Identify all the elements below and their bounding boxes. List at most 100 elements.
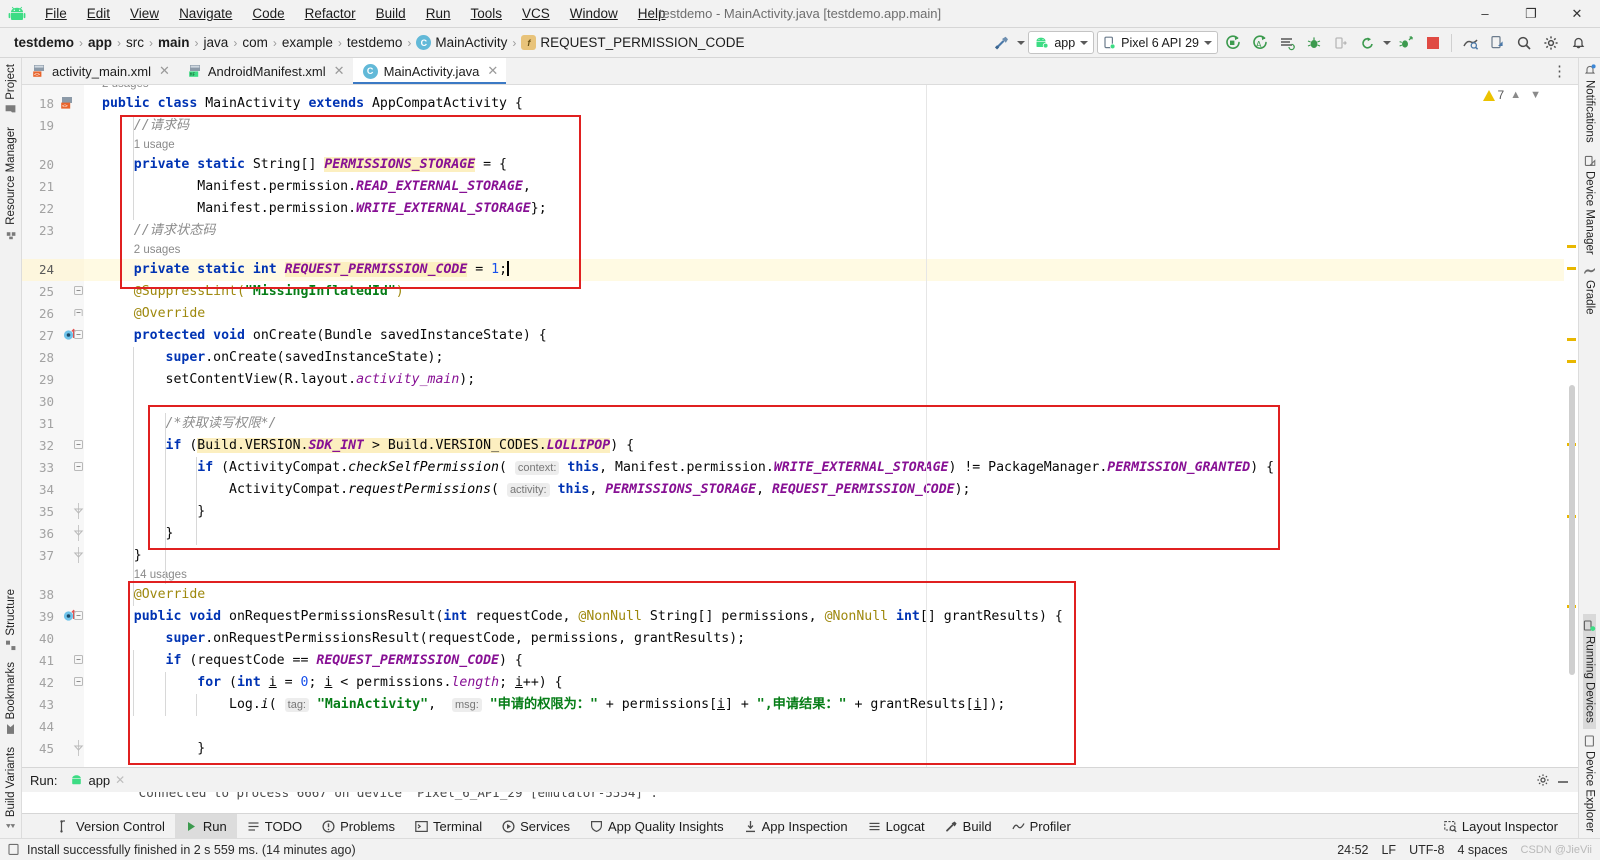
breadcrumb-testdemo-pkg[interactable]: testdemo [343, 34, 407, 51]
device-mirror-icon[interactable] [1485, 31, 1509, 55]
previous-problem-icon[interactable]: ▲ [1507, 89, 1524, 101]
layout-file-icon[interactable]: <> [60, 93, 75, 115]
file-encoding[interactable]: UTF-8 [1409, 843, 1444, 857]
bottom-tab-app-inspection[interactable]: App Inspection [734, 814, 858, 838]
bottom-tab-services[interactable]: Services [492, 814, 580, 838]
menu-view[interactable]: View [121, 3, 168, 24]
breadcrumb-mainactivity[interactable]: C MainActivity [412, 34, 511, 51]
menu-edit[interactable]: Edit [78, 3, 119, 24]
run-with-coverage-icon[interactable] [1275, 31, 1299, 55]
code-folding-marker[interactable] [73, 523, 84, 545]
build-dropdown-caret-icon[interactable] [1017, 40, 1026, 45]
breadcrumb-java[interactable]: java [200, 34, 233, 51]
tab-activity-main-xml[interactable]: <> activity_main.xml ✕ [22, 58, 178, 84]
code-folding-marker[interactable] [73, 325, 84, 347]
rerun-icon[interactable] [1356, 31, 1380, 55]
run-panel-tab-app[interactable]: app ✕ [65, 772, 130, 789]
device-selector[interactable]: Pixel 6 API 29 [1097, 31, 1218, 54]
rerun-dropdown-caret-icon[interactable] [1383, 40, 1391, 45]
layout-inspector-icon[interactable] [1458, 31, 1482, 55]
bottom-tab-app-quality-insights[interactable]: App Quality Insights [580, 814, 734, 838]
editor-gutter[interactable]: 18 <> 19 20 21 22 23 24 25 26 27 28 29 30 31 32 33 34 35 36… [22, 85, 84, 767]
bottom-tab-problems[interactable]: Problems [312, 814, 405, 838]
debug-icon[interactable] [1302, 31, 1326, 55]
bottom-tab-version-control[interactable]: Version Control [48, 814, 175, 838]
sidebar-item-resource-manager[interactable]: Resource Manager [5, 121, 17, 246]
warning-marker[interactable] [1567, 360, 1576, 363]
sidebar-item-notifications[interactable]: Notifications [1584, 58, 1596, 149]
code-folding-marker[interactable] [73, 738, 84, 760]
run-icon[interactable] [1221, 31, 1245, 55]
code-content[interactable]: 2 usagespublic class MainActivity extend… [84, 85, 1564, 767]
code-folding-marker[interactable] [73, 457, 84, 479]
tab-close-icon[interactable]: ✕ [159, 63, 170, 79]
warning-marker[interactable] [1567, 245, 1576, 248]
menu-code[interactable]: Code [243, 3, 293, 24]
editor-scroll-stripe[interactable] [1564, 85, 1578, 767]
menu-navigate[interactable]: Navigate [170, 3, 241, 24]
usage-hint[interactable]: 1 usage [134, 137, 175, 154]
sidebar-item-structure[interactable]: Structure [5, 583, 17, 657]
code-folding-marker[interactable] [73, 606, 84, 628]
code-folding-marker[interactable] [73, 501, 84, 523]
close-button[interactable]: ✕ [1554, 0, 1600, 28]
usage-hint[interactable]: 2 usages [134, 242, 181, 259]
notifications-bell-icon[interactable] [1566, 31, 1590, 55]
next-problem-icon[interactable]: ▼ [1527, 89, 1544, 101]
caret-position[interactable]: 24:52 [1337, 843, 1368, 857]
code-folding-marker[interactable] [73, 435, 84, 457]
stop-icon[interactable] [1421, 31, 1445, 55]
profile-icon[interactable] [1394, 31, 1418, 55]
maximize-button[interactable]: ❐ [1508, 0, 1554, 28]
code-folding-marker[interactable] [73, 545, 84, 567]
sidebar-item-gradle[interactable]: Gradle [1583, 260, 1596, 321]
settings-gear-icon[interactable] [1539, 31, 1563, 55]
breadcrumb-testdemo-project[interactable]: testdemo [10, 34, 78, 51]
breadcrumb-com[interactable]: com [238, 34, 272, 51]
warning-marker[interactable] [1567, 338, 1576, 341]
run-tab-close-icon[interactable]: ✕ [115, 773, 125, 787]
bottom-tab-todo[interactable]: TODO [237, 814, 312, 838]
bottom-tab-terminal[interactable]: Terminal [405, 814, 492, 838]
breadcrumb-app[interactable]: app [84, 34, 116, 51]
menu-build[interactable]: Build [367, 3, 415, 24]
attach-debugger-icon[interactable] [1329, 31, 1353, 55]
warning-marker[interactable] [1567, 267, 1576, 270]
tab-main-activity-java[interactable]: C MainActivity.java ✕ [352, 58, 507, 84]
run-console[interactable]: " " Connected to process 6667 on device … [22, 792, 1578, 813]
tab-close-icon[interactable]: ✕ [334, 63, 345, 79]
minimize-icon[interactable] [1556, 773, 1570, 787]
bottom-tab-run[interactable]: Run [174, 814, 237, 838]
usage-hint[interactable]: 14 usages [134, 567, 187, 584]
sidebar-item-build-variants[interactable]: Build Variants [5, 741, 17, 838]
usage-hint[interactable]: 2 usages [102, 85, 149, 93]
sidebar-item-bookmarks[interactable]: Bookmarks [5, 656, 17, 741]
gear-icon[interactable] [1536, 773, 1550, 787]
breadcrumb-src[interactable]: src [122, 34, 148, 51]
debug-run-icon[interactable]: A [1248, 31, 1272, 55]
minimize-button[interactable]: – [1462, 0, 1508, 28]
menu-refactor[interactable]: Refactor [296, 3, 365, 24]
build-hammer-icon[interactable] [990, 31, 1014, 55]
code-editor[interactable]: 18 <> 19 20 21 22 23 24 25 26 27 28 29 30 31 32 33 34 35 36… [22, 85, 1578, 767]
breadcrumb-main[interactable]: main [154, 34, 194, 51]
bottom-tab-layout-inspector[interactable]: Layout Inspector [1434, 819, 1568, 834]
tab-close-icon[interactable]: ✕ [487, 63, 498, 79]
menu-window[interactable]: Window [561, 3, 627, 24]
code-folding-marker[interactable] [73, 672, 84, 694]
code-folding-marker[interactable] [73, 650, 84, 672]
code-folding-marker[interactable] [73, 281, 84, 303]
scrollbar-thumb[interactable] [1569, 385, 1575, 675]
bottom-tab-logcat[interactable]: Logcat [858, 814, 935, 838]
more-options-icon[interactable]: ⋮ [1548, 62, 1572, 80]
line-separator[interactable]: LF [1381, 843, 1396, 857]
bottom-tab-build[interactable]: Build [935, 814, 1002, 838]
menu-tools[interactable]: Tools [461, 3, 511, 24]
run-configuration-selector[interactable]: app [1028, 31, 1095, 54]
menu-run[interactable]: Run [417, 3, 460, 24]
menu-file[interactable]: File [36, 3, 76, 24]
search-everywhere-icon[interactable] [1512, 31, 1536, 55]
inspection-status[interactable]: 7 ▲ ▼ [1482, 88, 1544, 102]
sidebar-item-device-explorer[interactable]: Device Explorer [1584, 729, 1596, 838]
indent-setting[interactable]: 4 spaces [1457, 843, 1507, 857]
